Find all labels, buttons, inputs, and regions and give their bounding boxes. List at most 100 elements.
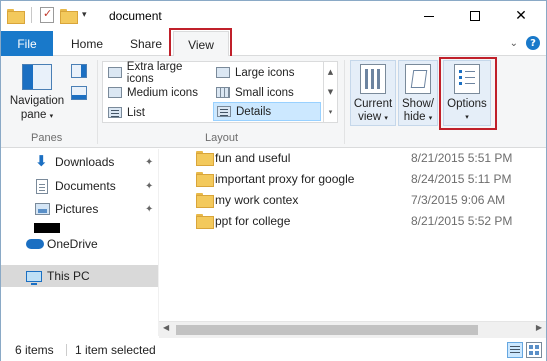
minimize-icon bbox=[424, 15, 434, 17]
current-view-button[interactable]: Current view ▾ bbox=[350, 60, 396, 126]
pane-divider[interactable] bbox=[158, 149, 159, 336]
title-bar: ▾ document ✕ bbox=[1, 1, 546, 31]
layout-medium-icons[interactable]: Medium icons bbox=[105, 83, 211, 102]
options-button[interactable]: Options ▾ bbox=[443, 60, 491, 126]
group-divider bbox=[344, 60, 345, 144]
layout-small-icons[interactable]: Small icons bbox=[213, 83, 321, 102]
tab-view[interactable]: View bbox=[173, 31, 229, 57]
pin-icon[interactable]: ✦ bbox=[145, 157, 153, 168]
scroll-down-icon[interactable]: ▼ bbox=[328, 88, 333, 96]
file-row[interactable]: ppt for college 8/21/2015 5:52 PM bbox=[191, 210, 541, 231]
new-folder-icon[interactable] bbox=[60, 8, 78, 24]
large-icons-view-icon[interactable] bbox=[526, 342, 542, 358]
ribbon-right-controls: ⌄ ? bbox=[510, 36, 540, 50]
layout-extra-large-icons[interactable]: Extra large icons bbox=[105, 60, 211, 85]
sidebar-item-downloads[interactable]: ⬇ Downloads ✦ bbox=[1, 151, 158, 173]
layout-item-label: Small icons bbox=[235, 86, 294, 99]
ribbon-view: Navigation pane ▾ Panes Extra large icon… bbox=[1, 56, 546, 148]
current-view-icon bbox=[360, 64, 386, 94]
show-hide-label-line1: Show/ bbox=[402, 98, 434, 110]
window-title: document bbox=[109, 9, 162, 23]
pin-icon[interactable]: ✦ bbox=[145, 181, 153, 192]
show-hide-button[interactable]: Show/ hide ▾ bbox=[398, 60, 438, 126]
layout-item-label: Extra large icons bbox=[126, 60, 183, 85]
sidebar-item-documents[interactable]: Documents ✦ bbox=[1, 175, 158, 197]
toolbar-divider bbox=[31, 7, 32, 23]
file-row[interactable]: my work contex 7/3/2015 9:06 AM bbox=[191, 189, 541, 210]
options-label: Options bbox=[447, 98, 487, 110]
folder-icon bbox=[7, 8, 25, 24]
navigation-pane-icon bbox=[22, 64, 52, 90]
sidebar-item-label: Pictures bbox=[55, 202, 99, 216]
navigation-pane-button[interactable]: Navigation pane ▾ bbox=[7, 60, 67, 123]
scroll-up-icon[interactable]: ▲ bbox=[328, 68, 333, 76]
sidebar-item-label: Downloads bbox=[55, 155, 115, 169]
item-count: 6 items bbox=[15, 343, 54, 357]
expand-ribbon-chevron-icon[interactable]: ⌄ bbox=[510, 38, 518, 49]
file-list: fun and useful 8/21/2015 5:51 PM importa… bbox=[191, 147, 546, 332]
folder-icon bbox=[196, 151, 214, 166]
extra-large-icons-icon bbox=[108, 67, 122, 78]
horizontal-scrollbar[interactable]: ◀ ▶ bbox=[159, 321, 546, 338]
documents-icon bbox=[36, 178, 48, 194]
scroll-left-icon[interactable]: ◀ bbox=[163, 323, 169, 332]
file-name: important proxy for google bbox=[215, 171, 355, 186]
file-date: 8/24/2015 5:11 PM bbox=[411, 171, 512, 186]
minimize-button[interactable] bbox=[406, 1, 452, 31]
selection-count: 1 item selected bbox=[75, 343, 156, 357]
status-divider bbox=[66, 344, 67, 356]
customize-toolbar-chevron-icon[interactable]: ▾ bbox=[82, 10, 87, 20]
sidebar-item-pictures[interactable]: Pictures ✦ bbox=[1, 198, 158, 220]
medium-icons-icon bbox=[108, 87, 122, 98]
list-icon bbox=[108, 107, 122, 118]
sidebar-item-onedrive[interactable]: OneDrive bbox=[1, 233, 158, 255]
tab-home[interactable]: Home bbox=[61, 31, 113, 56]
onedrive-cloud-icon bbox=[26, 239, 44, 249]
navigation-pane-label-line2: pane ▾ bbox=[20, 109, 54, 121]
details-pane-icon[interactable] bbox=[71, 86, 87, 100]
properties-icon[interactable] bbox=[40, 7, 54, 23]
download-arrow-icon: ⬇ bbox=[35, 152, 48, 170]
navigation-pane-label-line1: Navigation bbox=[9, 95, 65, 107]
panes-group-label: Panes bbox=[31, 132, 63, 144]
pin-icon[interactable]: ✦ bbox=[145, 204, 153, 215]
close-button[interactable]: ✕ bbox=[498, 1, 544, 31]
show-hide-icon bbox=[405, 64, 431, 94]
options-chevron-down-icon: ▾ bbox=[465, 113, 469, 121]
layout-large-icons[interactable]: Large icons bbox=[213, 63, 321, 82]
status-bar: 6 items 1 item selected bbox=[1, 339, 546, 361]
layout-gallery: Extra large icons Large icons Medium ico… bbox=[102, 61, 338, 123]
ribbon-tab-row: File Home Share View ⌄ ? bbox=[1, 31, 546, 57]
large-icons-icon bbox=[216, 67, 230, 78]
preview-pane-icon[interactable] bbox=[71, 64, 87, 78]
navigation-pane: ⬇ Downloads ✦ Documents ✦ Pictures ✦ One… bbox=[1, 149, 158, 336]
this-pc-icon bbox=[26, 270, 42, 285]
group-divider bbox=[97, 60, 98, 144]
show-hide-label-line2: hide ▾ bbox=[403, 111, 433, 123]
redacted-item bbox=[34, 223, 60, 233]
sidebar-item-label: Documents bbox=[55, 179, 116, 193]
file-date: 7/3/2015 9:06 AM bbox=[411, 192, 506, 207]
more-icon[interactable]: ▾ bbox=[329, 108, 333, 116]
file-row[interactable]: important proxy for google 8/24/2015 5:1… bbox=[191, 168, 541, 189]
layout-gallery-scroll[interactable]: ▲ ▼ ▾ bbox=[323, 62, 337, 122]
layout-item-label: Details bbox=[236, 105, 272, 118]
small-icons-icon bbox=[216, 87, 230, 98]
layout-details[interactable]: Details bbox=[213, 102, 321, 121]
help-icon[interactable]: ? bbox=[526, 36, 540, 50]
tab-share[interactable]: Share bbox=[121, 31, 171, 56]
current-view-label-line2: view ▾ bbox=[358, 111, 388, 123]
maximize-button[interactable] bbox=[452, 1, 498, 31]
file-date: 8/21/2015 5:51 PM bbox=[411, 150, 513, 165]
file-row[interactable]: fun and useful 8/21/2015 5:51 PM bbox=[191, 147, 541, 168]
details-view-icon[interactable] bbox=[507, 342, 523, 358]
folder-icon bbox=[196, 172, 214, 187]
current-view-label-line1: Current bbox=[353, 98, 393, 110]
sidebar-item-label: This PC bbox=[47, 269, 90, 283]
scrollbar-thumb[interactable] bbox=[176, 325, 478, 335]
sidebar-item-this-pc[interactable]: This PC bbox=[1, 265, 158, 287]
tab-file[interactable]: File bbox=[1, 31, 53, 56]
layout-list[interactable]: List bbox=[105, 103, 211, 122]
layout-item-label: List bbox=[127, 106, 145, 119]
scroll-right-icon[interactable]: ▶ bbox=[536, 323, 542, 332]
